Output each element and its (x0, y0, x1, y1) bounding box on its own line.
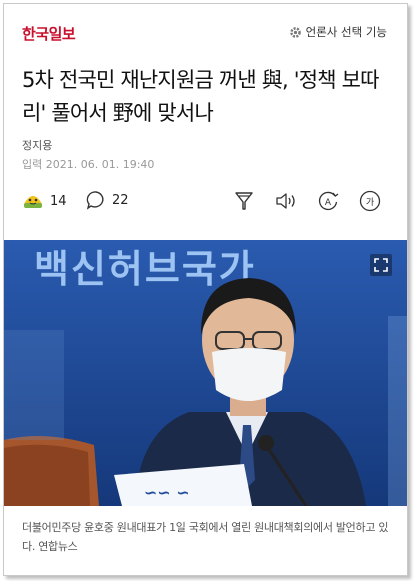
font-size-icon: 가 (359, 190, 381, 212)
comment-button[interactable]: 22 (86, 190, 129, 210)
publish-date: 입력 2021. 06. 01. 19:40 (22, 158, 155, 171)
article-toolbar: 14 22 A 가 (4, 184, 407, 220)
header: 한국일보 언론사 선택 기능 (4, 4, 407, 56)
backdrop-banner-text: 백신허브국가 (34, 247, 256, 291)
article-card: 한국일보 언론사 선택 기능 5차 전국민 재난지원금 꺼낸 與, '정책 보따… (3, 3, 408, 576)
photo-caption: 더불어민주당 윤호중 원내대표가 1일 국회에서 열린 원내대책회의에서 발언하… (22, 521, 389, 553)
font-size-button[interactable]: 가 (359, 190, 381, 212)
summary-icon (235, 192, 253, 210)
translate-glyph: A (325, 198, 332, 208)
translate-icon: A (318, 191, 339, 211)
reaction-count: 14 (50, 193, 67, 209)
listen-icon (276, 193, 295, 209)
translate-button[interactable]: A (317, 190, 339, 212)
comment-count: 22 (112, 192, 129, 208)
summary-button[interactable] (233, 190, 255, 212)
expand-button[interactable] (370, 254, 392, 276)
paper-text: ∽∽ ∽ (144, 483, 190, 502)
reaction-emoji-icon (24, 196, 42, 208)
press-select-button[interactable]: 언론사 선택 기능 (289, 24, 387, 40)
photo-illustration: 백신허브국가 ∽∽ ∽ (4, 240, 407, 506)
press-select-label: 언론사 선택 기능 (305, 25, 387, 39)
reaction-button[interactable]: 14 (22, 190, 67, 212)
font-size-glyph: 가 (366, 197, 374, 208)
article-photo[interactable]: 백신허브국가 ∽∽ ∽ (4, 240, 407, 506)
comment-icon (86, 191, 104, 210)
article-title: 5차 전국민 재난지원금 꺼낸 與, '정책 보따리' 풀어서 野에 맞서나 (22, 68, 379, 125)
author-name[interactable]: 정지용 (22, 137, 52, 153)
listen-button[interactable] (274, 190, 298, 212)
expand-icon (374, 258, 388, 272)
gear-icon (289, 26, 301, 38)
press-logo[interactable]: 한국일보 (22, 23, 76, 44)
